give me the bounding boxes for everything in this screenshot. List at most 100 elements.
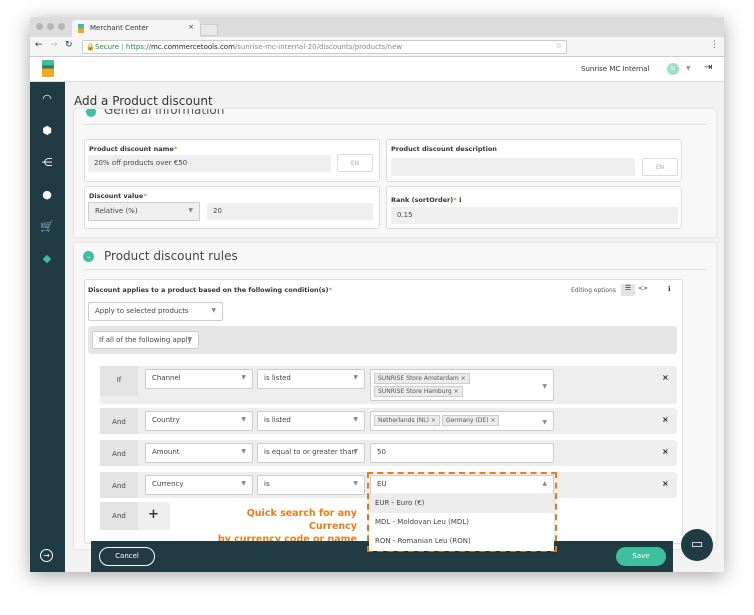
condition-values-select[interactable]: SUNRISE Store Amsterdam × SUNRISE Store H…	[370, 369, 554, 401]
bookmark-star-icon[interactable]: ☆	[556, 42, 562, 50]
description-label: Product discount description	[391, 145, 497, 153]
name-field-box: Product discount name* 20% off products …	[84, 139, 380, 182]
condition-field-select[interactable]: Channel ▼	[145, 369, 253, 389]
rank-box: Rank (sortOrder)* ℹ 0.15	[386, 186, 682, 229]
browser-menu-icon[interactable]: ⋮	[710, 40, 719, 50]
remove-condition-icon[interactable]: ×	[662, 415, 669, 424]
add-condition-plus-icon[interactable]: +	[148, 507, 159, 522]
url-host: mc.commercetools.com	[150, 43, 235, 51]
annotation-line-1: Quick search for any Currency	[246, 508, 357, 532]
save-button[interactable]: Save	[616, 547, 666, 566]
arrow-right-icon[interactable]: →	[40, 549, 53, 562]
value-chip: Germany (DE) ×	[441, 415, 500, 426]
condition-label: Discount applies to a product based on t…	[88, 286, 332, 294]
chat-icon[interactable]: ▭	[681, 529, 713, 561]
condition-operator-select[interactable]: is listed ▼	[257, 411, 365, 431]
secure-label: Secure	[95, 43, 120, 51]
categories-icon[interactable]: ⋲	[40, 156, 54, 170]
app-favicon-icon	[78, 24, 84, 33]
new-tab-button[interactable]	[200, 24, 218, 36]
remove-chip-icon[interactable]: ×	[461, 375, 466, 382]
page-title: Add a Product discount	[74, 94, 213, 108]
tab-bar: Merchant Center ×	[30, 17, 724, 37]
avatar[interactable]: SI	[667, 63, 679, 75]
box-icon[interactable]: ⬢	[40, 124, 54, 138]
name-label: Product discount name*	[89, 145, 178, 153]
customer-icon[interactable]: ●	[40, 188, 54, 202]
section-title: General information	[104, 109, 225, 117]
editing-options-label: Editing options	[571, 287, 616, 294]
name-input[interactable]: 20% off products over €50	[88, 155, 331, 172]
tab-title: Merchant Center	[90, 24, 149, 32]
cart-icon[interactable]: 🛒	[40, 220, 54, 234]
remove-chip-icon[interactable]: ×	[490, 417, 495, 424]
remove-condition-icon[interactable]: ×	[662, 373, 669, 382]
condition-field-select[interactable]: Amount ▼	[145, 443, 253, 463]
code-editor-toggle-icon[interactable]: <>	[638, 285, 648, 292]
dashboard-icon[interactable]: ◠	[40, 92, 54, 106]
description-language-button[interactable]: EN	[642, 158, 678, 176]
forward-icon[interactable]: →	[50, 40, 58, 50]
chevron-down-icon: ▼	[542, 383, 547, 390]
commercetools-logo[interactable]	[42, 60, 54, 77]
remove-chip-icon[interactable]: ×	[454, 388, 459, 395]
collapse-chevron-icon[interactable]: ⌄	[83, 251, 94, 262]
project-switcher[interactable]: Sunrise MC Internal	[581, 65, 649, 73]
condition-operator-select[interactable]: is equal to or greater than ▼	[257, 443, 365, 463]
discount-icon[interactable]: ◆	[40, 252, 54, 266]
info-icon[interactable]: ℹ	[459, 196, 461, 204]
group-bar: If all of the following apply ▼	[88, 326, 677, 354]
back-icon[interactable]: ←	[35, 40, 43, 50]
condition-operator-select[interactable]: is ▼	[257, 475, 365, 495]
address-bar-row: ← → ↻ 🔒 Secure | https://mc.commercetool…	[30, 37, 724, 57]
close-window-button[interactable]	[36, 23, 43, 30]
url-scheme: https://	[125, 43, 151, 51]
currency-option[interactable]: RON - Romanian Leu (RON)	[369, 532, 554, 551]
app-header: Sunrise MC Internal SI ▼ ⇥	[30, 57, 724, 82]
condition-value-input[interactable]: 50	[370, 443, 554, 463]
maximize-window-button[interactable]	[58, 23, 65, 30]
user-menu-chevron-icon[interactable]: ▼	[686, 65, 691, 72]
chevron-down-icon: ▼	[211, 307, 216, 314]
remove-chip-icon[interactable]: ×	[431, 417, 436, 424]
currency-option[interactable]: EUR - Euro (€)	[369, 494, 554, 513]
lock-icon: 🔒	[86, 43, 95, 51]
rank-input[interactable]: 0.15	[391, 207, 678, 224]
info-icon[interactable]: ℹ	[668, 285, 671, 293]
discount-type-select[interactable]: Relative (%) ▼	[88, 202, 200, 221]
group-operator-select[interactable]: If all of the following apply ▼	[92, 331, 199, 349]
remove-condition-icon[interactable]: ×	[662, 447, 669, 456]
collapse-icon[interactable]	[86, 109, 96, 117]
close-tab-icon[interactable]: ×	[188, 23, 194, 31]
condition-prefix: And	[100, 440, 138, 466]
currency-option[interactable]: MDL - Moldovan Leu (MDL)	[369, 513, 554, 532]
apply-to-select[interactable]: Apply to selected products ▼	[88, 302, 223, 321]
description-textarea[interactable]	[391, 158, 635, 176]
visual-builder-toggle-icon[interactable]: ☰	[621, 284, 635, 296]
condition-row: If Channel ▼ is listed ▼ SUNRISE Store Ams…	[100, 366, 677, 404]
rank-label: Rank (sortOrder)* ℹ	[391, 196, 462, 204]
condition-prefix: If	[100, 366, 138, 396]
logout-icon[interactable]: ⇥	[704, 62, 712, 73]
condition-values-select[interactable]: Netherlands (NL) × Germany (DE) × ▼	[370, 411, 554, 431]
condition-operator-select[interactable]: is listed ▼	[257, 369, 365, 389]
condition-row: And Amount ▼ is equal to or greater than ▼…	[100, 440, 677, 466]
discount-value-label: Discount value*	[89, 192, 147, 200]
url-input[interactable]: 🔒 Secure | https://mc.commercetools.com/…	[82, 40, 567, 54]
condition-prefix: And	[100, 472, 138, 498]
name-language-button[interactable]: EN	[337, 154, 373, 172]
condition-field-select[interactable]: Country ▼	[145, 411, 253, 431]
reload-icon[interactable]: ↻	[65, 40, 73, 50]
minimize-window-button[interactable]	[47, 23, 54, 30]
chevron-down-icon: ▼	[188, 207, 193, 214]
value-chip: SUNRISE Store Amsterdam ×	[374, 373, 470, 384]
description-field-box: Product discount description EN	[386, 139, 682, 182]
sidebar: ◠ ⬢ ⋲ ● 🛒 ◆ →	[30, 82, 65, 572]
discount-amount-input[interactable]: 20	[207, 203, 373, 220]
currency-dropdown-menu: EUR - Euro (€) MDL - Moldovan Leu (MDL) …	[369, 494, 554, 551]
cancel-button[interactable]: Cancel	[99, 547, 155, 566]
remove-condition-icon[interactable]: ×	[662, 479, 669, 488]
condition-field-select[interactable]: Currency ▼	[145, 475, 253, 495]
browser-tab[interactable]: Merchant Center ×	[72, 20, 200, 37]
condition-prefix: And	[100, 408, 138, 434]
